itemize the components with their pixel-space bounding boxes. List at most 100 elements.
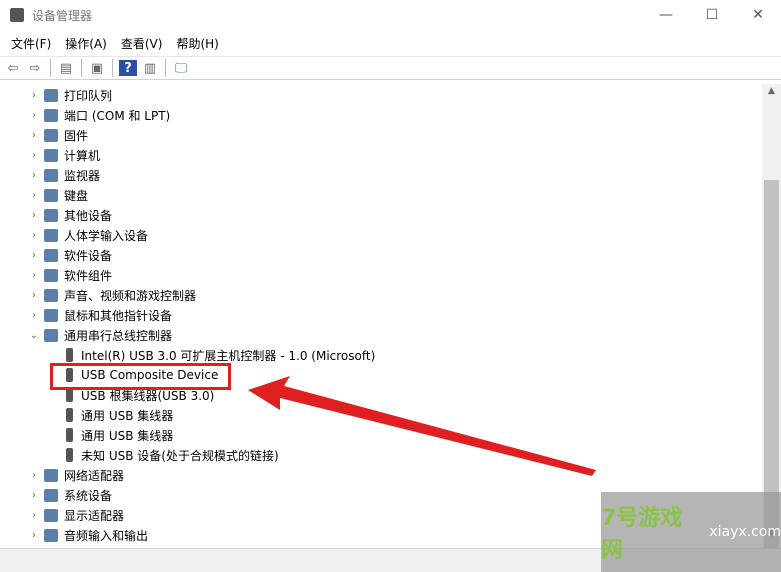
tree-node-label: 人体学输入设备 [64, 228, 149, 243]
highlight-box [50, 363, 231, 390]
device-category-icon [44, 208, 58, 222]
device-category-icon [44, 488, 58, 502]
tree-node[interactable]: › 监视器 [28, 165, 100, 185]
tree-node-label: 端口 (COM 和 LPT) [64, 108, 171, 123]
chevron-right-icon[interactable]: › [28, 150, 40, 161]
chevron-right-icon[interactable]: › [28, 310, 40, 321]
chevron-down-icon[interactable]: ⌄ [28, 330, 40, 341]
tree-node-label: 键盘 [64, 188, 89, 203]
window-title: 设备管理器 [32, 8, 93, 23]
tree-node[interactable]: › 其他设备 [28, 205, 112, 225]
device-category-icon [44, 108, 58, 122]
menu-bar: 文件(F) 操作(A) 查看(V) 帮助(H) [0, 32, 226, 54]
chevron-right-icon[interactable]: › [28, 490, 40, 501]
close-button[interactable]: ✕ [735, 0, 781, 30]
tree-node-label: 声音、视频和游戏控制器 [64, 288, 197, 303]
tree-node[interactable]: › 软件设备 [28, 245, 112, 265]
tree-child-node[interactable]: 通用 USB 集线器 [66, 405, 173, 425]
chevron-right-icon[interactable]: › [28, 110, 40, 121]
tree-node-label: 其他设备 [64, 208, 113, 223]
chevron-right-icon[interactable]: › [28, 170, 40, 181]
tree-node[interactable]: › 计算机 [28, 145, 100, 165]
chevron-right-icon[interactable]: › [28, 90, 40, 101]
tree-node[interactable]: ⌄ 通用串行总线控制器 [28, 325, 172, 345]
tree-node-label: 鼠标和其他指针设备 [64, 308, 173, 323]
title-bar: 设备管理器 — ☐ ✕ [0, 0, 781, 30]
tree-child-node[interactable]: Intel(R) USB 3.0 可扩展主机控制器 - 1.0 (Microso… [66, 345, 375, 365]
tree-node-label: 音频输入和输出 [64, 528, 149, 543]
device-category-icon [44, 248, 58, 262]
tree-node-label: 通用串行总线控制器 [64, 328, 173, 343]
device-category-icon [44, 508, 58, 522]
chevron-right-icon[interactable]: › [28, 530, 40, 541]
tree-node-label: 软件设备 [64, 248, 113, 263]
vertical-scrollbar[interactable]: ▲ ▼ [762, 84, 781, 548]
toolbar-divider [112, 59, 113, 77]
chevron-right-icon[interactable]: › [28, 270, 40, 281]
device-category-icon [44, 128, 58, 142]
tree-node[interactable]: › 人体学输入设备 [28, 225, 148, 245]
back-icon[interactable]: ⇦ [4, 60, 22, 76]
usb-device-icon [66, 348, 73, 362]
tree-node[interactable]: › 固件 [28, 125, 88, 145]
tree-node-label: 计算机 [64, 148, 101, 163]
chevron-right-icon[interactable]: › [28, 250, 40, 261]
red-arrow-icon [248, 376, 596, 476]
device-category-icon [44, 308, 58, 322]
usb-device-icon [66, 408, 73, 422]
device-category-icon [44, 468, 58, 482]
forward-icon[interactable]: ⇨ [26, 60, 44, 76]
properties-icon[interactable]: ▣ [88, 60, 106, 76]
tree-node-label: 监视器 [64, 168, 101, 183]
device-category-icon [44, 148, 58, 162]
tree-node[interactable]: › 软件组件 [28, 265, 112, 285]
tree-child-node[interactable]: 通用 USB 集线器 [66, 425, 173, 445]
device-category-icon [44, 168, 58, 182]
menu-action[interactable]: 操作(A) [58, 35, 114, 52]
device-manager-icon [10, 8, 24, 22]
tree-node[interactable]: › 显示适配器 [28, 505, 124, 525]
monitor-scan-icon[interactable]: 🖵 [172, 60, 190, 76]
tree-node[interactable]: › 系统设备 [28, 485, 112, 505]
tree-node[interactable]: › 音频输入和输出 [28, 525, 148, 545]
tree-node-label: 网络适配器 [64, 468, 125, 483]
scroll-up-arrow-icon[interactable]: ▲ [762, 86, 781, 102]
action-pane-icon[interactable]: ▥ [141, 60, 159, 76]
tree-node[interactable]: › 端口 (COM 和 LPT) [28, 105, 170, 125]
tree-node[interactable]: › 键盘 [28, 185, 88, 205]
tree-node[interactable]: › 声音、视频和游戏控制器 [28, 285, 196, 305]
help-icon[interactable]: ? [119, 60, 137, 76]
toolbar-divider [50, 59, 51, 77]
device-category-icon [44, 268, 58, 282]
usb-device-icon [66, 388, 73, 402]
device-category-icon [44, 88, 58, 102]
tree-node-label: 软件组件 [64, 268, 113, 283]
tree-node[interactable]: › 网络适配器 [28, 465, 124, 485]
maximize-button[interactable]: ☐ [689, 0, 735, 30]
menu-help[interactable]: 帮助(H) [169, 35, 225, 52]
menu-view[interactable]: 查看(V) [114, 35, 170, 52]
chevron-right-icon[interactable]: › [28, 290, 40, 301]
usb-warning-icon [66, 448, 73, 462]
chevron-right-icon[interactable]: › [28, 210, 40, 221]
show-hide-console-tree-icon[interactable]: ▤ [57, 60, 75, 76]
toolbar: ⇦ ⇨ ▤ ▣ ? ▥ 🖵 [0, 56, 781, 80]
chevron-right-icon[interactable]: › [28, 510, 40, 521]
device-category-icon [44, 328, 58, 342]
device-category-icon [44, 188, 58, 202]
tree-child-label: Intel(R) USB 3.0 可扩展主机控制器 - 1.0 (Microso… [81, 348, 376, 363]
device-category-icon [44, 288, 58, 302]
device-category-icon [44, 528, 58, 542]
minimize-button[interactable]: — [643, 0, 689, 30]
tree-node[interactable]: › 打印队列 [28, 85, 112, 105]
menu-file[interactable]: 文件(F) [4, 35, 58, 52]
tree-node[interactable]: › 鼠标和其他指针设备 [28, 305, 172, 325]
chevron-right-icon[interactable]: › [28, 190, 40, 201]
tree-node-label: 系统设备 [64, 488, 113, 503]
device-category-icon [44, 228, 58, 242]
chevron-right-icon[interactable]: › [28, 470, 40, 481]
chevron-right-icon[interactable]: › [28, 130, 40, 141]
watermark-logo: 7号游戏网 xiayx.com [601, 492, 781, 572]
chevron-right-icon[interactable]: › [28, 230, 40, 241]
tree-child-label: 通用 USB 集线器 [81, 428, 174, 443]
